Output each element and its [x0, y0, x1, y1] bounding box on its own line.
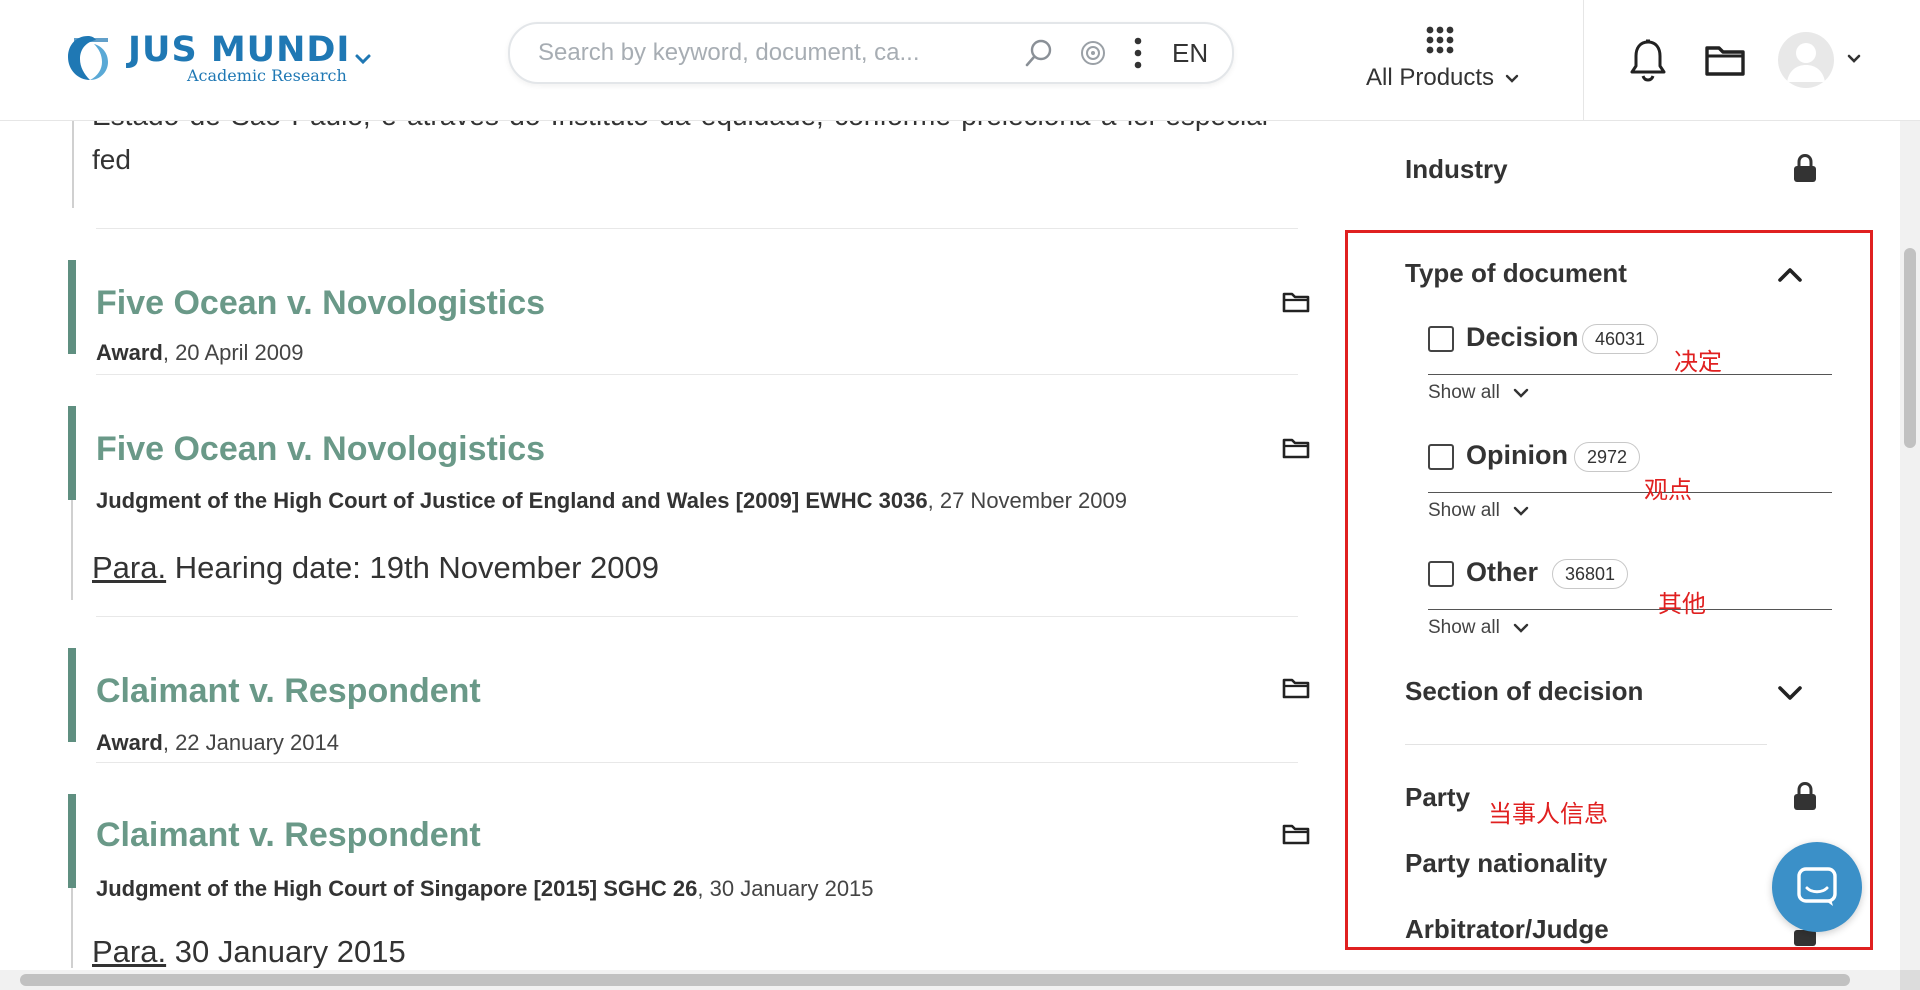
annotation-opinion: 观点 — [1644, 476, 1692, 504]
filter-party-nationality-label[interactable]: Party nationality — [1405, 848, 1607, 879]
scrollbar-corner — [1900, 970, 1920, 990]
result-meta: Judgment of the High Court of Singapore … — [96, 876, 874, 901]
folder-icon[interactable] — [1282, 676, 1310, 700]
search-bar: EN — [508, 22, 1234, 84]
option-label: Decision — [1466, 322, 1579, 352]
lock-icon — [1794, 781, 1816, 810]
bell-icon[interactable] — [1628, 38, 1668, 82]
avatar-icon[interactable] — [1778, 32, 1834, 88]
folder-icon[interactable] — [1282, 290, 1310, 314]
option-count-badge: 46031 — [1582, 324, 1659, 354]
result-paragraph: Para. Hearing date: 19th November 2009 — [92, 550, 659, 585]
chat-button[interactable] — [1772, 842, 1862, 932]
option-label: Opinion — [1466, 440, 1568, 470]
decision-checkbox[interactable] — [1428, 326, 1454, 352]
filter-arbitrator-judge-label[interactable]: Arbitrator/Judge — [1405, 914, 1609, 945]
all-products-menu[interactable]: All Products — [1360, 24, 1520, 96]
language-selector[interactable]: EN — [1172, 38, 1208, 69]
chat-icon — [1797, 867, 1837, 906]
result-item: Claimant v. Respondent Award, 22 January… — [68, 648, 1310, 758]
chevron-down-icon — [1513, 623, 1529, 633]
option-count-badge: 2972 — [1574, 442, 1641, 472]
chevron-down-icon — [1505, 74, 1518, 83]
grid-icon — [1426, 26, 1454, 54]
filter-party-label[interactable]: Party — [1405, 782, 1470, 813]
result-accent-bar — [68, 648, 76, 742]
chevron-down-icon[interactable] — [1846, 52, 1862, 66]
filter-divider — [1405, 744, 1767, 745]
search-input[interactable] — [536, 37, 1000, 69]
logo-mark-icon — [68, 36, 108, 80]
folder-icon[interactable] — [1282, 436, 1310, 460]
target-icon[interactable] — [1078, 38, 1108, 68]
show-all-link[interactable]: Show all — [1428, 382, 1529, 404]
result-accent-bar — [68, 260, 76, 354]
show-all-link[interactable]: Show all — [1428, 617, 1529, 639]
filter-option-decision: Decision 46031 — [1428, 322, 1832, 375]
annotation-party: 当事人信息 — [1488, 800, 1608, 828]
annotation-decision: 决定 — [1674, 348, 1722, 376]
results-list: Estado de São Paulo, é através do Instit… — [0, 120, 1340, 968]
result-title[interactable]: Claimant v. Respondent — [96, 672, 481, 711]
logo-title: JUS MUNDI — [128, 30, 351, 70]
search-icon[interactable] — [1024, 38, 1054, 68]
result-accent-bar — [72, 120, 74, 208]
result-accent-bar — [71, 888, 73, 968]
folder-icon[interactable] — [1282, 822, 1310, 846]
result-accent-bar — [68, 406, 76, 500]
result-accent-bar — [68, 794, 76, 888]
lock-icon — [1794, 153, 1816, 182]
filter-type-of-document-label[interactable]: Type of document — [1405, 258, 1627, 289]
vertical-scrollbar-thumb[interactable] — [1904, 248, 1916, 448]
para-link[interactable]: Para. — [92, 550, 166, 585]
chevron-down-icon — [1513, 506, 1529, 516]
filter-section-of-decision-label[interactable]: Section of decision — [1405, 676, 1643, 707]
all-products-label: All Products — [1366, 64, 1519, 92]
logo-subtitle: Academic Research — [187, 66, 347, 85]
result-title[interactable]: Claimant v. Respondent — [96, 816, 481, 855]
result-title[interactable]: Five Ocean v. Novologistics — [96, 430, 545, 469]
result-divider — [96, 228, 1298, 229]
result-divider — [96, 762, 1298, 763]
more-vertical-icon[interactable] — [1132, 36, 1144, 70]
result-divider — [96, 374, 1298, 375]
option-count-badge: 36801 — [1552, 559, 1629, 589]
other-checkbox[interactable] — [1428, 561, 1454, 587]
opinion-checkbox[interactable] — [1428, 444, 1454, 470]
filter-industry-label[interactable]: Industry — [1405, 154, 1508, 185]
result-accent-bar — [71, 500, 73, 600]
chevron-down-icon — [1513, 388, 1529, 398]
chevron-down-icon[interactable] — [1777, 684, 1803, 702]
result-item: Claimant v. Respondent Judgment of the H… — [68, 792, 1310, 968]
result-meta: Judgment of the High Court of Justice of… — [96, 488, 1127, 513]
result-paragraph: Para. 30 January 2015 — [92, 934, 406, 968]
filter-option-opinion: Opinion 2972 — [1428, 440, 1832, 493]
result-divider — [96, 616, 1298, 617]
jus-mundi-logo[interactable]: JUS MUNDI Academic Research — [64, 30, 384, 90]
folder-icon[interactable] — [1704, 42, 1746, 78]
result-item: Five Ocean v. Novologistics Judgment of … — [68, 404, 1310, 604]
result-meta: Award, 20 April 2009 — [96, 340, 304, 365]
option-label: Other — [1466, 557, 1539, 587]
horizontal-scrollbar-thumb[interactable] — [20, 974, 1850, 986]
horizontal-scrollbar[interactable] — [0, 970, 1900, 990]
chevron-down-icon[interactable] — [354, 50, 372, 68]
result-item: Five Ocean v. Novologistics Award, 20 Ap… — [68, 260, 1310, 370]
para-link[interactable]: Para. — [92, 934, 166, 968]
previous-result-snippet: Estado de São Paulo, é através do Instit… — [92, 120, 1268, 175]
show-all-link[interactable]: Show all — [1428, 500, 1529, 522]
header-divider — [1583, 0, 1584, 120]
result-title[interactable]: Five Ocean v. Novologistics — [96, 284, 545, 323]
chevron-up-icon[interactable] — [1777, 266, 1803, 284]
filter-option-other: Other 36801 — [1428, 557, 1832, 610]
vertical-scrollbar[interactable] — [1900, 0, 1920, 970]
result-meta: Award, 22 January 2014 — [96, 730, 339, 755]
annotation-other: 其他 — [1658, 590, 1706, 618]
top-header: JUS MUNDI Academic Research EN — [0, 0, 1920, 121]
